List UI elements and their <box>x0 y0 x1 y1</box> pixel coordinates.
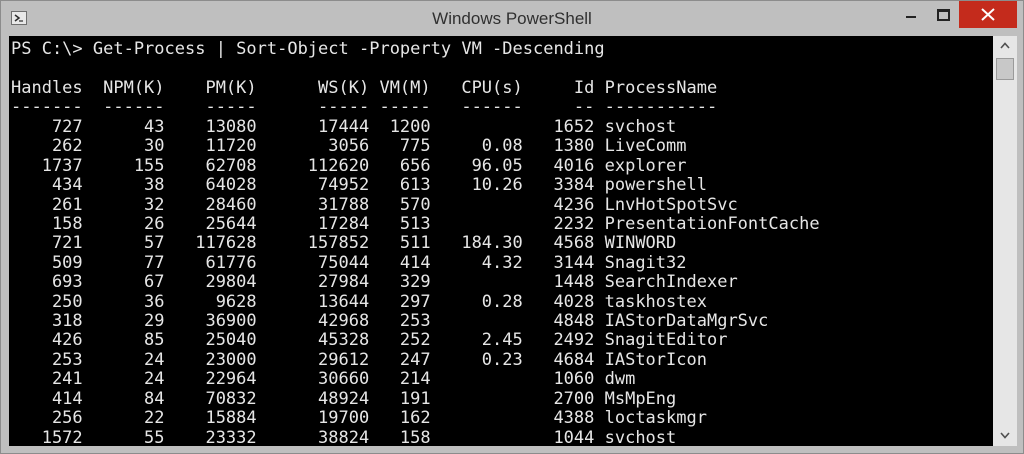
table-row: 1737 155 62708 112620 656 96.05 4016 exp… <box>11 155 687 176</box>
table-row: 414 84 70832 48924 191 2700 MsMpEng <box>11 388 677 409</box>
table-header: Handles NPM(K) PM(K) WS(K) VM(M) CPU(s) … <box>11 78 718 118</box>
minimize-button[interactable] <box>895 1 927 28</box>
table-row: 693 67 29804 27984 329 1448 SearchIndexe… <box>11 272 738 293</box>
header-separator: ------- ------ ----- ----- ----- ------ … <box>11 97 718 118</box>
console-output[interactable]: PS C:\> Get-Process | Sort-Object -Prope… <box>9 36 993 446</box>
table-row: 426 85 25040 45328 252 2.45 2492 SnagitE… <box>11 330 728 351</box>
scroll-down-button[interactable] <box>993 426 1017 446</box>
title-bar[interactable]: Windows PowerShell <box>1 1 1023 36</box>
vertical-scrollbar[interactable] <box>993 36 1017 446</box>
scrollbar-thumb[interactable] <box>996 58 1014 80</box>
table-row: 158 26 25644 17284 513 2232 Presentation… <box>11 214 820 235</box>
scroll-up-button[interactable] <box>993 36 1017 56</box>
chevron-down-icon <box>1000 432 1010 439</box>
table-row: 253 24 23000 29612 247 0.23 4684 IAStorI… <box>11 349 707 370</box>
chevron-up-icon <box>1000 42 1010 49</box>
close-icon <box>981 8 995 21</box>
table-row: 434 38 64028 74952 613 10.26 3384 powers… <box>11 175 707 196</box>
table-row: 1572 55 23332 38824 158 1044 svchost <box>11 427 677 446</box>
maximize-button[interactable] <box>927 1 959 28</box>
table-row: 256 22 15884 19700 162 4388 loctaskmgr <box>11 408 707 429</box>
window-title: Windows PowerShell <box>432 9 592 28</box>
table-row: 727 43 13080 17444 1200 1652 svchost <box>11 117 677 137</box>
table-row: 318 29 36900 42968 253 4848 IAStorDataMg… <box>11 311 769 332</box>
command-line: PS C:\> Get-Process | Sort-Object -Prope… <box>11 39 605 59</box>
minimize-icon <box>906 16 916 18</box>
table-row: 261 32 28460 31788 570 4236 LnvHotSpotSv… <box>11 194 738 215</box>
table-row: 241 24 22964 30660 214 1060 dwm <box>11 369 636 390</box>
powershell-window: Windows PowerShell PS C:\> Get-Process |… <box>0 0 1024 454</box>
close-button[interactable] <box>959 1 1017 28</box>
process-table: 727 43 13080 17444 1200 1652 svchost 262… <box>11 117 820 446</box>
table-row: 721 57 117628 157852 511 184.30 4568 WIN… <box>11 233 677 254</box>
header-row: Handles NPM(K) PM(K) WS(K) VM(M) CPU(s) … <box>11 78 718 98</box>
maximize-icon <box>937 9 950 21</box>
table-row: 509 77 61776 75044 414 4.32 3144 Snagit3… <box>11 252 687 273</box>
table-row: 262 30 11720 3056 775 0.08 1380 LiveComm <box>11 136 687 157</box>
table-row: 250 36 9628 13644 297 0.28 4028 taskhost… <box>11 291 707 312</box>
